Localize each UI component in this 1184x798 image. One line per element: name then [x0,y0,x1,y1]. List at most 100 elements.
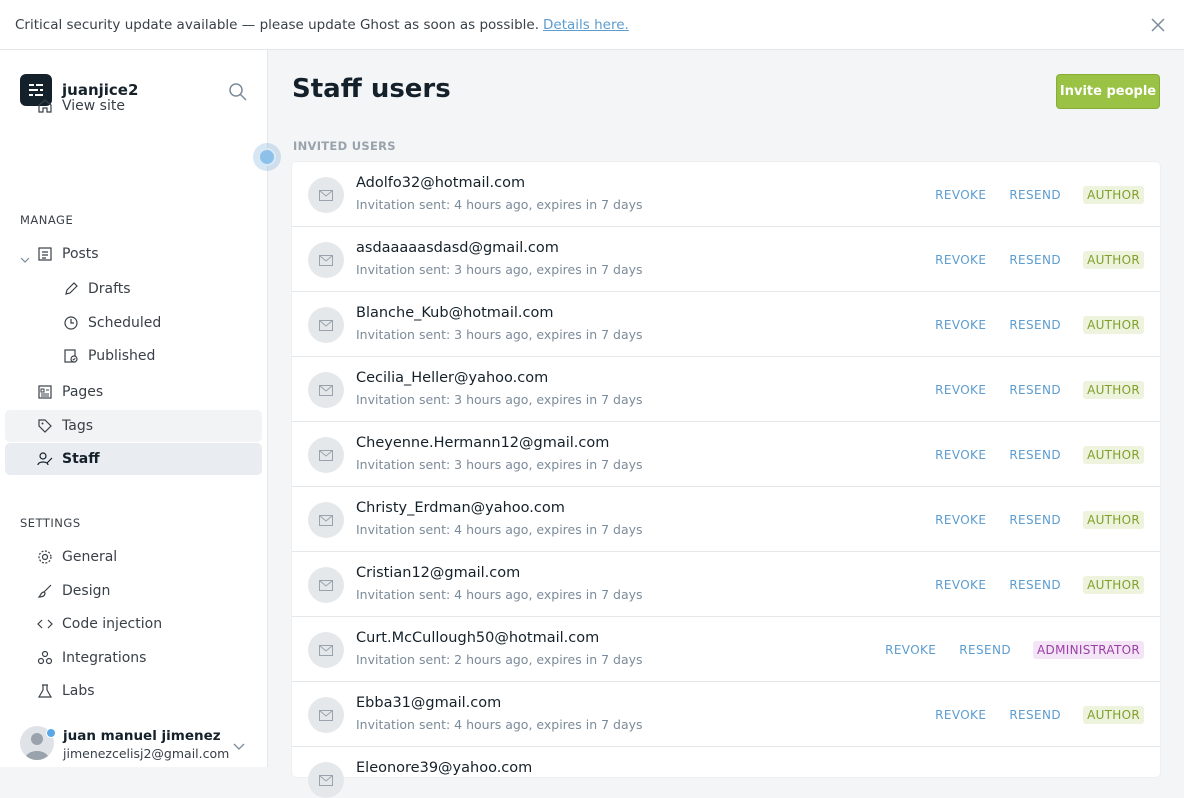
close-icon[interactable] [1148,15,1168,35]
nav-code-injection[interactable]: Code injection [5,608,262,640]
notification-dot [46,728,56,738]
invite-email: Cecilia_Heller@yahoo.com [356,370,549,386]
nav-tags[interactable]: Tags [5,410,262,442]
list-item: Christy_Erdman@yahoo.com Invitation sent… [292,487,1160,552]
nav-label: Scheduled [88,315,162,331]
revoke-button[interactable]: REVOKE [935,188,986,202]
invited-users-list: Adolfo32@hotmail.com Invitation sent: 4 … [292,162,1160,798]
revoke-button[interactable]: REVOKE [885,643,936,657]
role-badge: AUTHOR [1083,381,1144,399]
nav-label: Published [88,348,156,364]
nav-label: Drafts [88,281,131,297]
envelope-icon [308,437,344,473]
resend-button[interactable]: RESEND [1009,253,1061,267]
role-badge: AUTHOR [1083,576,1144,594]
nav-staff[interactable]: Staff [5,443,262,475]
resend-button[interactable]: RESEND [1009,318,1061,332]
nav-general[interactable]: General [5,541,262,573]
resend-button[interactable]: RESEND [1009,578,1061,592]
flask-icon [36,682,54,700]
chevron-down-icon[interactable] [232,739,246,753]
revoke-button[interactable]: REVOKE [935,448,986,462]
nav-label: Labs [62,683,95,699]
resend-button[interactable]: RESEND [1009,448,1061,462]
invite-email: Curt.McCullough50@hotmail.com [356,630,600,646]
envelope-icon [308,697,344,733]
nav-label: Staff [62,451,100,467]
nav-published[interactable]: Published [5,340,262,372]
list-item: Eleonore39@yahoo.com [292,747,1160,798]
nav-pages[interactable]: Pages [5,376,262,408]
nav-integrations[interactable]: Integrations [5,642,262,674]
invite-meta: Invitation sent: 4 hours ago, expires in… [356,717,643,732]
onboarding-pulse[interactable] [253,143,281,171]
role-badge: AUTHOR [1083,186,1144,204]
revoke-button[interactable]: REVOKE [935,708,986,722]
manage-section-label: MANAGE [20,213,74,227]
nav-drafts[interactable]: Drafts [5,273,262,305]
pages-icon [36,383,54,401]
nav-label: Code injection [62,616,163,632]
revoke-button[interactable]: REVOKE [935,383,986,397]
invite-meta: Invitation sent: 3 hours ago, expires in… [356,457,643,472]
nav-design[interactable]: Design [5,575,262,607]
invite-meta: Invitation sent: 3 hours ago, expires in… [356,392,643,407]
revoke-button[interactable]: REVOKE [935,578,986,592]
nav-label: View site [62,98,125,114]
nav-scheduled[interactable]: Scheduled [5,307,262,339]
staff-icon [36,450,54,468]
home-icon [36,97,54,115]
nav-labs[interactable]: Labs [5,675,262,707]
list-item: asdaaaaasdasd@gmail.com Invitation sent:… [292,227,1160,292]
nav-label: Posts [62,246,99,262]
envelope-icon [308,177,344,213]
resend-button[interactable]: RESEND [959,643,1011,657]
invite-meta: Invitation sent: 4 hours ago, expires in… [356,522,643,537]
role-badge: AUTHOR [1083,251,1144,269]
pencil-icon [62,280,80,298]
invite-meta: Invitation sent: 4 hours ago, expires in… [356,587,643,602]
list-item: Adolfo32@hotmail.com Invitation sent: 4 … [292,162,1160,227]
resend-button[interactable]: RESEND [1009,708,1061,722]
resend-button[interactable]: RESEND [1009,188,1061,202]
nav-posts[interactable]: Posts [5,238,262,270]
banner-text: Critical security update available — ple… [15,16,540,33]
resend-button[interactable]: RESEND [1009,383,1061,397]
posts-icon [36,245,54,263]
envelope-icon [308,242,344,278]
envelope-icon [308,567,344,603]
envelope-icon [308,762,344,798]
settings-section-label: SETTINGS [20,516,81,530]
list-item: Blanche_Kub@hotmail.com Invitation sent:… [292,292,1160,357]
revoke-button[interactable]: REVOKE [935,318,986,332]
security-banner: Critical security update available — ple… [0,0,1184,50]
role-badge: AUTHOR [1083,706,1144,724]
invite-meta: Invitation sent: 2 hours ago, expires in… [356,652,643,667]
resend-button[interactable]: RESEND [1009,513,1061,527]
revoke-button[interactable]: REVOKE [935,513,986,527]
nav-view-site[interactable]: View site [5,90,262,122]
published-icon [62,347,80,365]
brush-icon [36,582,54,600]
list-item: Cheyenne.Hermann12@gmail.com Invitation … [292,422,1160,487]
tag-icon [36,417,54,435]
nav-label: Pages [62,384,104,400]
invite-email: Adolfo32@hotmail.com [356,175,526,191]
invite-email: Ebba31@gmail.com [356,695,502,711]
envelope-icon [308,307,344,343]
banner-details-link[interactable]: Details here. [543,17,629,33]
role-badge: ADMINISTRATOR [1033,641,1144,659]
code-icon [36,615,54,633]
invite-email: Cheyenne.Hermann12@gmail.com [356,435,610,451]
list-item: Cristian12@gmail.com Invitation sent: 4 … [292,552,1160,617]
gear-icon [36,548,54,566]
user-name: juan manuel jimenez [63,728,221,744]
envelope-icon [308,632,344,668]
invite-meta: Invitation sent: 4 hours ago, expires in… [356,197,643,212]
invite-people-button[interactable]: Invite people [1056,74,1160,109]
revoke-button[interactable]: REVOKE [935,253,986,267]
user-email: jimenezcelisj2@gmail.com [63,746,230,761]
nav-label: General [62,549,118,565]
integrations-icon [36,649,54,667]
list-item: Curt.McCullough50@hotmail.com Invitation… [292,617,1160,682]
